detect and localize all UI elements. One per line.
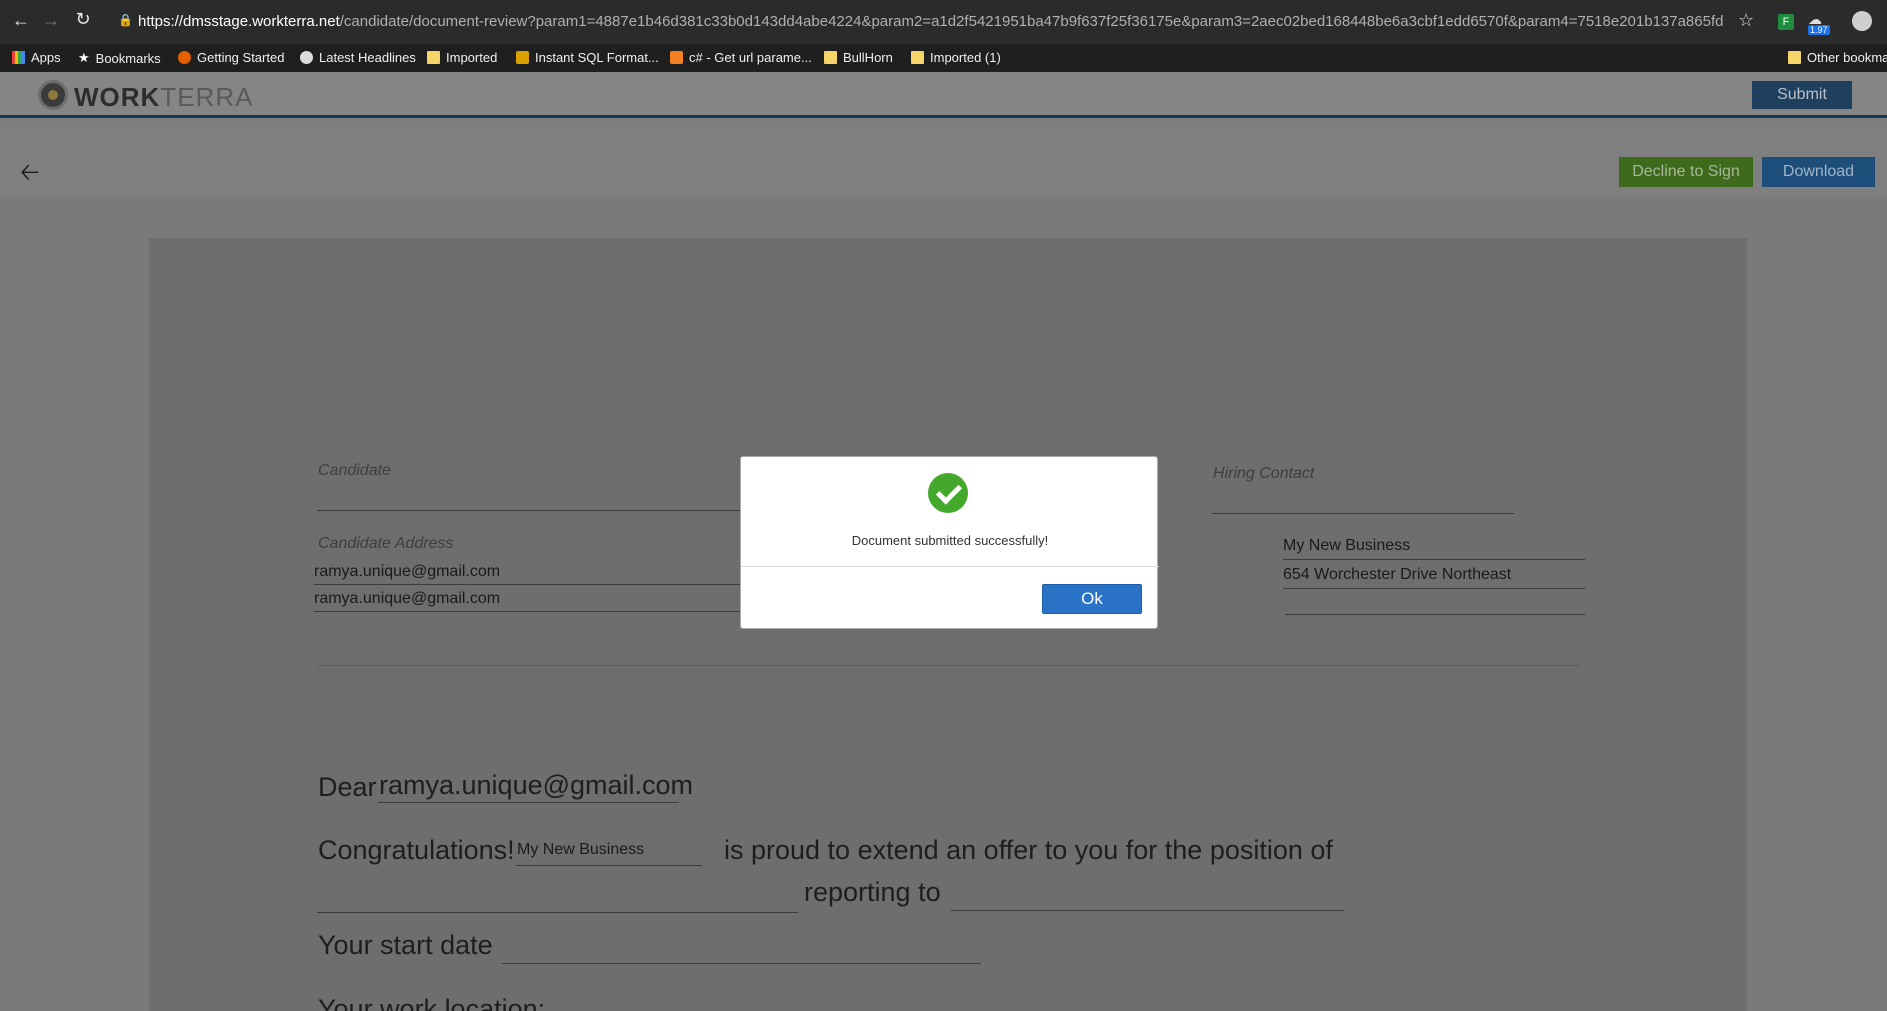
bookmark-url-params[interactable]: c# - Get url parame... (670, 50, 812, 65)
apps-grid-icon (12, 51, 25, 64)
success-message: Document submitted successfully! (851, 533, 1049, 548)
section-divider (318, 665, 1580, 666)
sql-icon (516, 51, 529, 64)
bookmarks-bar: Apps ★ Bookmarks Getting Started Latest H… (0, 44, 1887, 72)
hiring-contact-label: Hiring Contact (1213, 465, 1315, 482)
logo-text-bold: WORK (74, 82, 161, 112)
offer-company-underline (516, 865, 702, 866)
bookmark-other[interactable]: Other bookma (1788, 50, 1887, 65)
workterra-logo-icon (38, 80, 68, 110)
logo-text-light: TERRA (160, 82, 254, 112)
app-header: WORKTERRA Submit (0, 72, 1887, 118)
bookmark-sql-format[interactable]: Instant SQL Format... (516, 50, 659, 65)
company-address: 654 Worchester Drive Northeast (1283, 566, 1512, 583)
stackoverflow-icon (670, 51, 683, 64)
folder-icon (427, 51, 440, 64)
star-icon: ★ (78, 50, 90, 65)
company-address-underline (1283, 588, 1585, 589)
bookmark-latest-headlines[interactable]: Latest Headlines (300, 50, 416, 65)
candidate-address-line-1: ramya.unique@gmail.com (314, 563, 501, 580)
congratulations-text: Congratulations! (318, 835, 515, 865)
bookmark-label: Getting Started (197, 50, 285, 65)
bookmark-label: Imported (446, 50, 498, 65)
folder-icon (1788, 51, 1801, 64)
forward-icon[interactable]: → (36, 10, 66, 31)
profile-avatar-icon[interactable] (1852, 11, 1872, 31)
firefox-icon (178, 51, 191, 64)
back-arrow-icon[interactable]: 🡠 (20, 155, 39, 196)
work-location-text: Your work location: (318, 994, 546, 1011)
ok-button[interactable]: Ok (1042, 584, 1142, 614)
position-field-underline[interactable] (317, 912, 798, 913)
candidate-address-line-2: ramya.unique@gmail.com (314, 590, 501, 607)
submit-button[interactable]: Submit (1752, 81, 1852, 109)
folder-icon (911, 51, 924, 64)
bookmark-label: Bookmarks (95, 50, 161, 66)
start-date-field-underline[interactable] (502, 963, 981, 964)
offer-company-field: My New Business (517, 841, 645, 858)
company-name: My New Business (1283, 537, 1411, 554)
url-path: /candidate/document-review?param1=4887e1… (339, 13, 1723, 30)
address-bar[interactable]: https://dmsstage.workterra.net/candidate… (138, 13, 1723, 30)
back-icon[interactable]: ← (6, 10, 36, 31)
reporting-to-text: reporting to (804, 877, 941, 907)
lock-icon: 🔒 (118, 13, 133, 27)
bookmark-label: Instant SQL Format... (535, 50, 659, 65)
company-name-underline (1283, 559, 1585, 560)
extension-icon[interactable]: F (1778, 14, 1794, 30)
candidate-address-label: Candidate Address (318, 535, 454, 552)
dialog-divider (741, 566, 1159, 567)
bookmark-star-icon[interactable]: ☆ (1738, 10, 1754, 31)
globe-icon (300, 51, 313, 64)
start-date-text: Your start date (318, 930, 493, 960)
bookmark-label: Imported (1) (930, 50, 1001, 65)
address-line-2-underline (314, 611, 749, 612)
salutation: Dear (318, 772, 377, 802)
browser-toolbar: ← → ↻ 🔒 https://dmsstage.workterra.net/c… (0, 0, 1887, 44)
reporting-to-field-underline[interactable] (951, 910, 1344, 911)
bookmark-bookmarks[interactable]: ★ Bookmarks (78, 50, 161, 66)
url-host: https://dmsstage.workterra.net (138, 13, 340, 30)
bookmark-label: Apps (31, 50, 61, 65)
download-button[interactable]: Download (1762, 157, 1875, 187)
success-dialog: Document submitted successfully! Ok (740, 456, 1159, 629)
candidate-label: Candidate (318, 462, 391, 479)
extension-badge: 1.97 (1808, 25, 1830, 35)
bookmark-getting-started[interactable]: Getting Started (178, 50, 284, 65)
candidate-name-underline (378, 802, 679, 803)
company-address-line-2-underline (1285, 614, 1585, 615)
bookmark-bullhorn[interactable]: BullHorn (824, 50, 893, 65)
bookmark-label: BullHorn (843, 50, 893, 65)
bookmark-label: Other bookma (1807, 50, 1887, 65)
offer-text: is proud to extend an offer to you for t… (724, 835, 1333, 865)
reload-icon[interactable]: ↻ (68, 9, 98, 30)
document-toolbar: 🡠 Decline to Sign Download (0, 121, 1887, 197)
success-check-icon (928, 473, 968, 513)
workterra-logo: WORKTERRA (74, 82, 253, 113)
folder-icon (824, 51, 837, 64)
bookmark-imported[interactable]: Imported (427, 50, 497, 65)
extension-badge-icon[interactable]: ☁ 1.97 (1808, 11, 1830, 35)
bookmark-label: Latest Headlines (319, 50, 416, 65)
candidate-signature-line (317, 510, 749, 511)
candidate-name-field: ramya.unique@gmail.com (379, 770, 694, 800)
bookmark-apps[interactable]: Apps (12, 50, 61, 65)
bookmark-label: c# - Get url parame... (689, 50, 812, 65)
decline-to-sign-button[interactable]: Decline to Sign (1619, 157, 1753, 187)
bookmark-imported-1[interactable]: Imported (1) (911, 50, 1001, 65)
address-line-1-underline (314, 584, 749, 585)
hiring-contact-signature-line (1212, 513, 1514, 514)
